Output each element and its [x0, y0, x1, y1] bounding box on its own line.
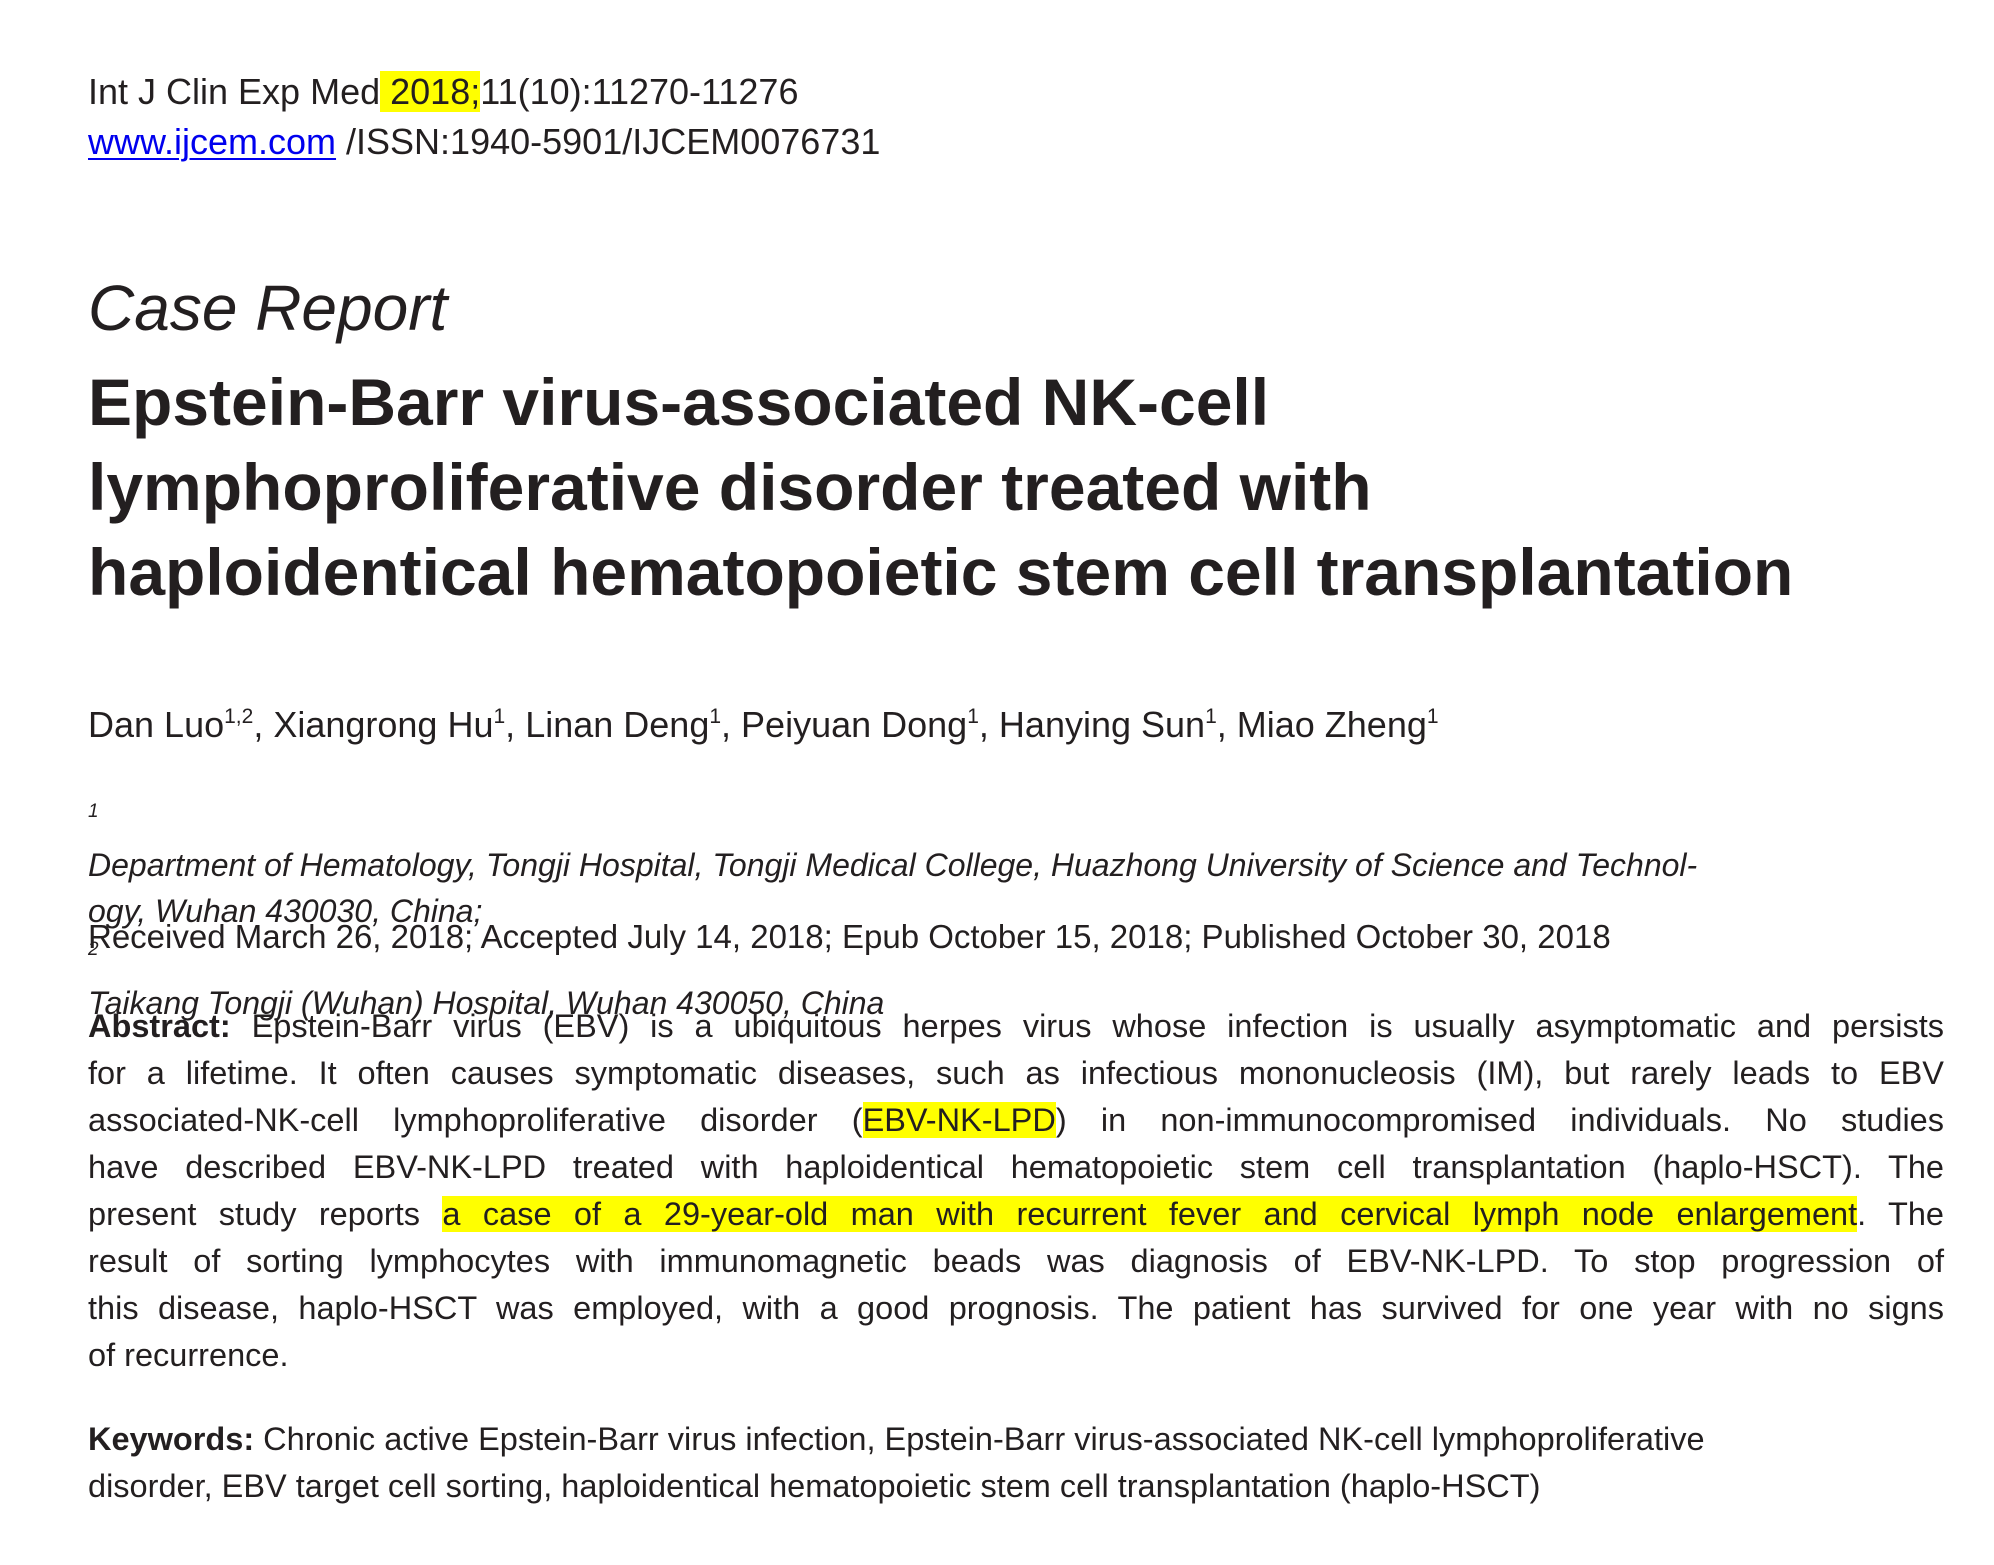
author-affiliation-mark: 1 — [967, 705, 979, 728]
author-separator: , — [978, 704, 999, 745]
keywords: Keywords: Chronic active Epstein-Barr vi… — [88, 1416, 1944, 1510]
author-affiliation-mark: 1 — [493, 705, 506, 728]
highlighted-case-description[interactable]: a case of a 29-year-old man with recurre… — [442, 1196, 1858, 1232]
abstract-line: result of sorting lymphocytes with immun… — [88, 1243, 1944, 1279]
publication-dates: Received March 26, 2018; Accepted July 1… — [88, 918, 1611, 955]
author-name: Miao Zheng — [1236, 704, 1427, 745]
author-separator: , — [1216, 704, 1237, 745]
title-line: lymphoproliferative disorder treated wit… — [88, 450, 1372, 524]
abstract-line: Abstract: Epstein-Barr virus (EBV) is a … — [88, 1003, 1944, 1050]
author-affiliation-mark: 1 — [1205, 705, 1217, 728]
affiliation-text: Department of Hematology, Tongji Hospita… — [88, 847, 1698, 883]
journal-name: Int J Clin Exp Med — [88, 71, 381, 112]
highlighted-abbreviation[interactable]: EBV-NK-LPD — [862, 1102, 1056, 1138]
volume-pages: 11(10):11270-11276 — [480, 71, 799, 112]
author-affiliation-mark: 1,2 — [224, 705, 254, 728]
author-separator: , — [505, 704, 526, 745]
abstract-text: ) in non-immunocompromised individuals. … — [1055, 1102, 1944, 1138]
keywords-line: Keywords: Chronic active Epstein-Barr vi… — [88, 1416, 1944, 1463]
author-name: Peiyuan Dong — [741, 704, 968, 745]
abstract-line: present study reports a case of a 29-yea… — [88, 1191, 1944, 1238]
author-name: Hanying Sun — [998, 704, 1206, 745]
abstract-line: of recurrence. — [88, 1337, 289, 1373]
author-affiliation-mark: 1 — [709, 705, 722, 728]
author-separator: , — [721, 704, 742, 745]
abstract-line: associated-NK-cell lymphoproliferative d… — [88, 1097, 1944, 1144]
author-affiliation-mark: 1 — [1426, 705, 1439, 728]
affiliation-mark: 1 — [88, 801, 99, 822]
abstract-text: associated-NK-cell lymphoproliferative d… — [88, 1102, 863, 1138]
affiliation-line: 1 Department of Hematology, Tongji Hospit… — [88, 796, 1944, 888]
author-name: Linan Deng — [525, 704, 710, 745]
abstract-text: present study reports — [88, 1196, 443, 1232]
article-title: Epstein-Barr virus-associated NK-cell ly… — [88, 360, 1968, 615]
journal-url-line: www.ijcem.com /ISSN:1940-5901/IJCEM00767… — [88, 120, 880, 164]
keywords-line: disorder, EBV target cell sorting, haplo… — [88, 1468, 1541, 1504]
title-line: Epstein-Barr virus-associated NK-cell — [88, 365, 1270, 439]
author-name: Xiangrong Hu — [273, 704, 494, 745]
abstract: Abstract: Epstein-Barr virus (EBV) is a … — [88, 1003, 1944, 1379]
journal-citation: Int J Clin Exp Med 2018;11(10):11270-112… — [88, 70, 798, 114]
title-line: haploidentical hematopoietic stem cell t… — [88, 535, 1794, 609]
author-list: Dan Luo1,2, Xiangrong Hu1, Linan Deng1, … — [88, 702, 1439, 748]
author-separator: , — [253, 704, 274, 745]
journal-url-link[interactable]: www.ijcem.com — [88, 121, 336, 162]
abstract-line: this disease, haplo-HSCT was employed, w… — [88, 1290, 1944, 1326]
abstract-label: Abstract: — [88, 1008, 231, 1044]
keywords-label: Keywords: — [88, 1421, 255, 1457]
affiliations: 1 Department of Hematology, Tongji Hospit… — [88, 796, 1944, 1026]
abstract-text: . The — [1857, 1196, 1944, 1232]
abstract-line: for a lifetime. It often causes symptoma… — [88, 1055, 1944, 1091]
abstract-line: have described EBV-NK-LPD treated with h… — [88, 1149, 1944, 1185]
author-name: Dan Luo — [88, 704, 225, 745]
highlighted-year[interactable]: 2018; — [380, 71, 481, 112]
abstract-text: Epstein-Barr virus (EBV) is a ubiquitous… — [230, 1008, 1944, 1044]
article-type: Case Report — [88, 272, 448, 344]
keywords-text: Chronic active Epstein-Barr virus infect… — [254, 1421, 1705, 1457]
issn-text: /ISSN:1940-5901/IJCEM0076731 — [336, 121, 881, 162]
